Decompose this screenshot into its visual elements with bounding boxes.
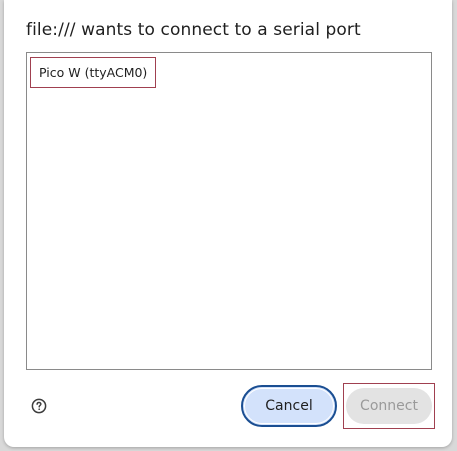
help-icon[interactable] [31,398,47,414]
serial-port-dialog: file:/// wants to connect to a serial po… [4,0,452,447]
list-item-port[interactable]: Pico W (ttyACM0) [30,57,157,88]
serial-port-list[interactable]: Pico W (ttyACM0) [26,52,432,370]
cancel-button[interactable]: Cancel [241,385,337,427]
connect-button[interactable]: Connect [346,388,432,424]
dialog-title: file:/// wants to connect to a serial po… [26,20,361,40]
connect-button-focus-ring: Connect [343,383,435,429]
